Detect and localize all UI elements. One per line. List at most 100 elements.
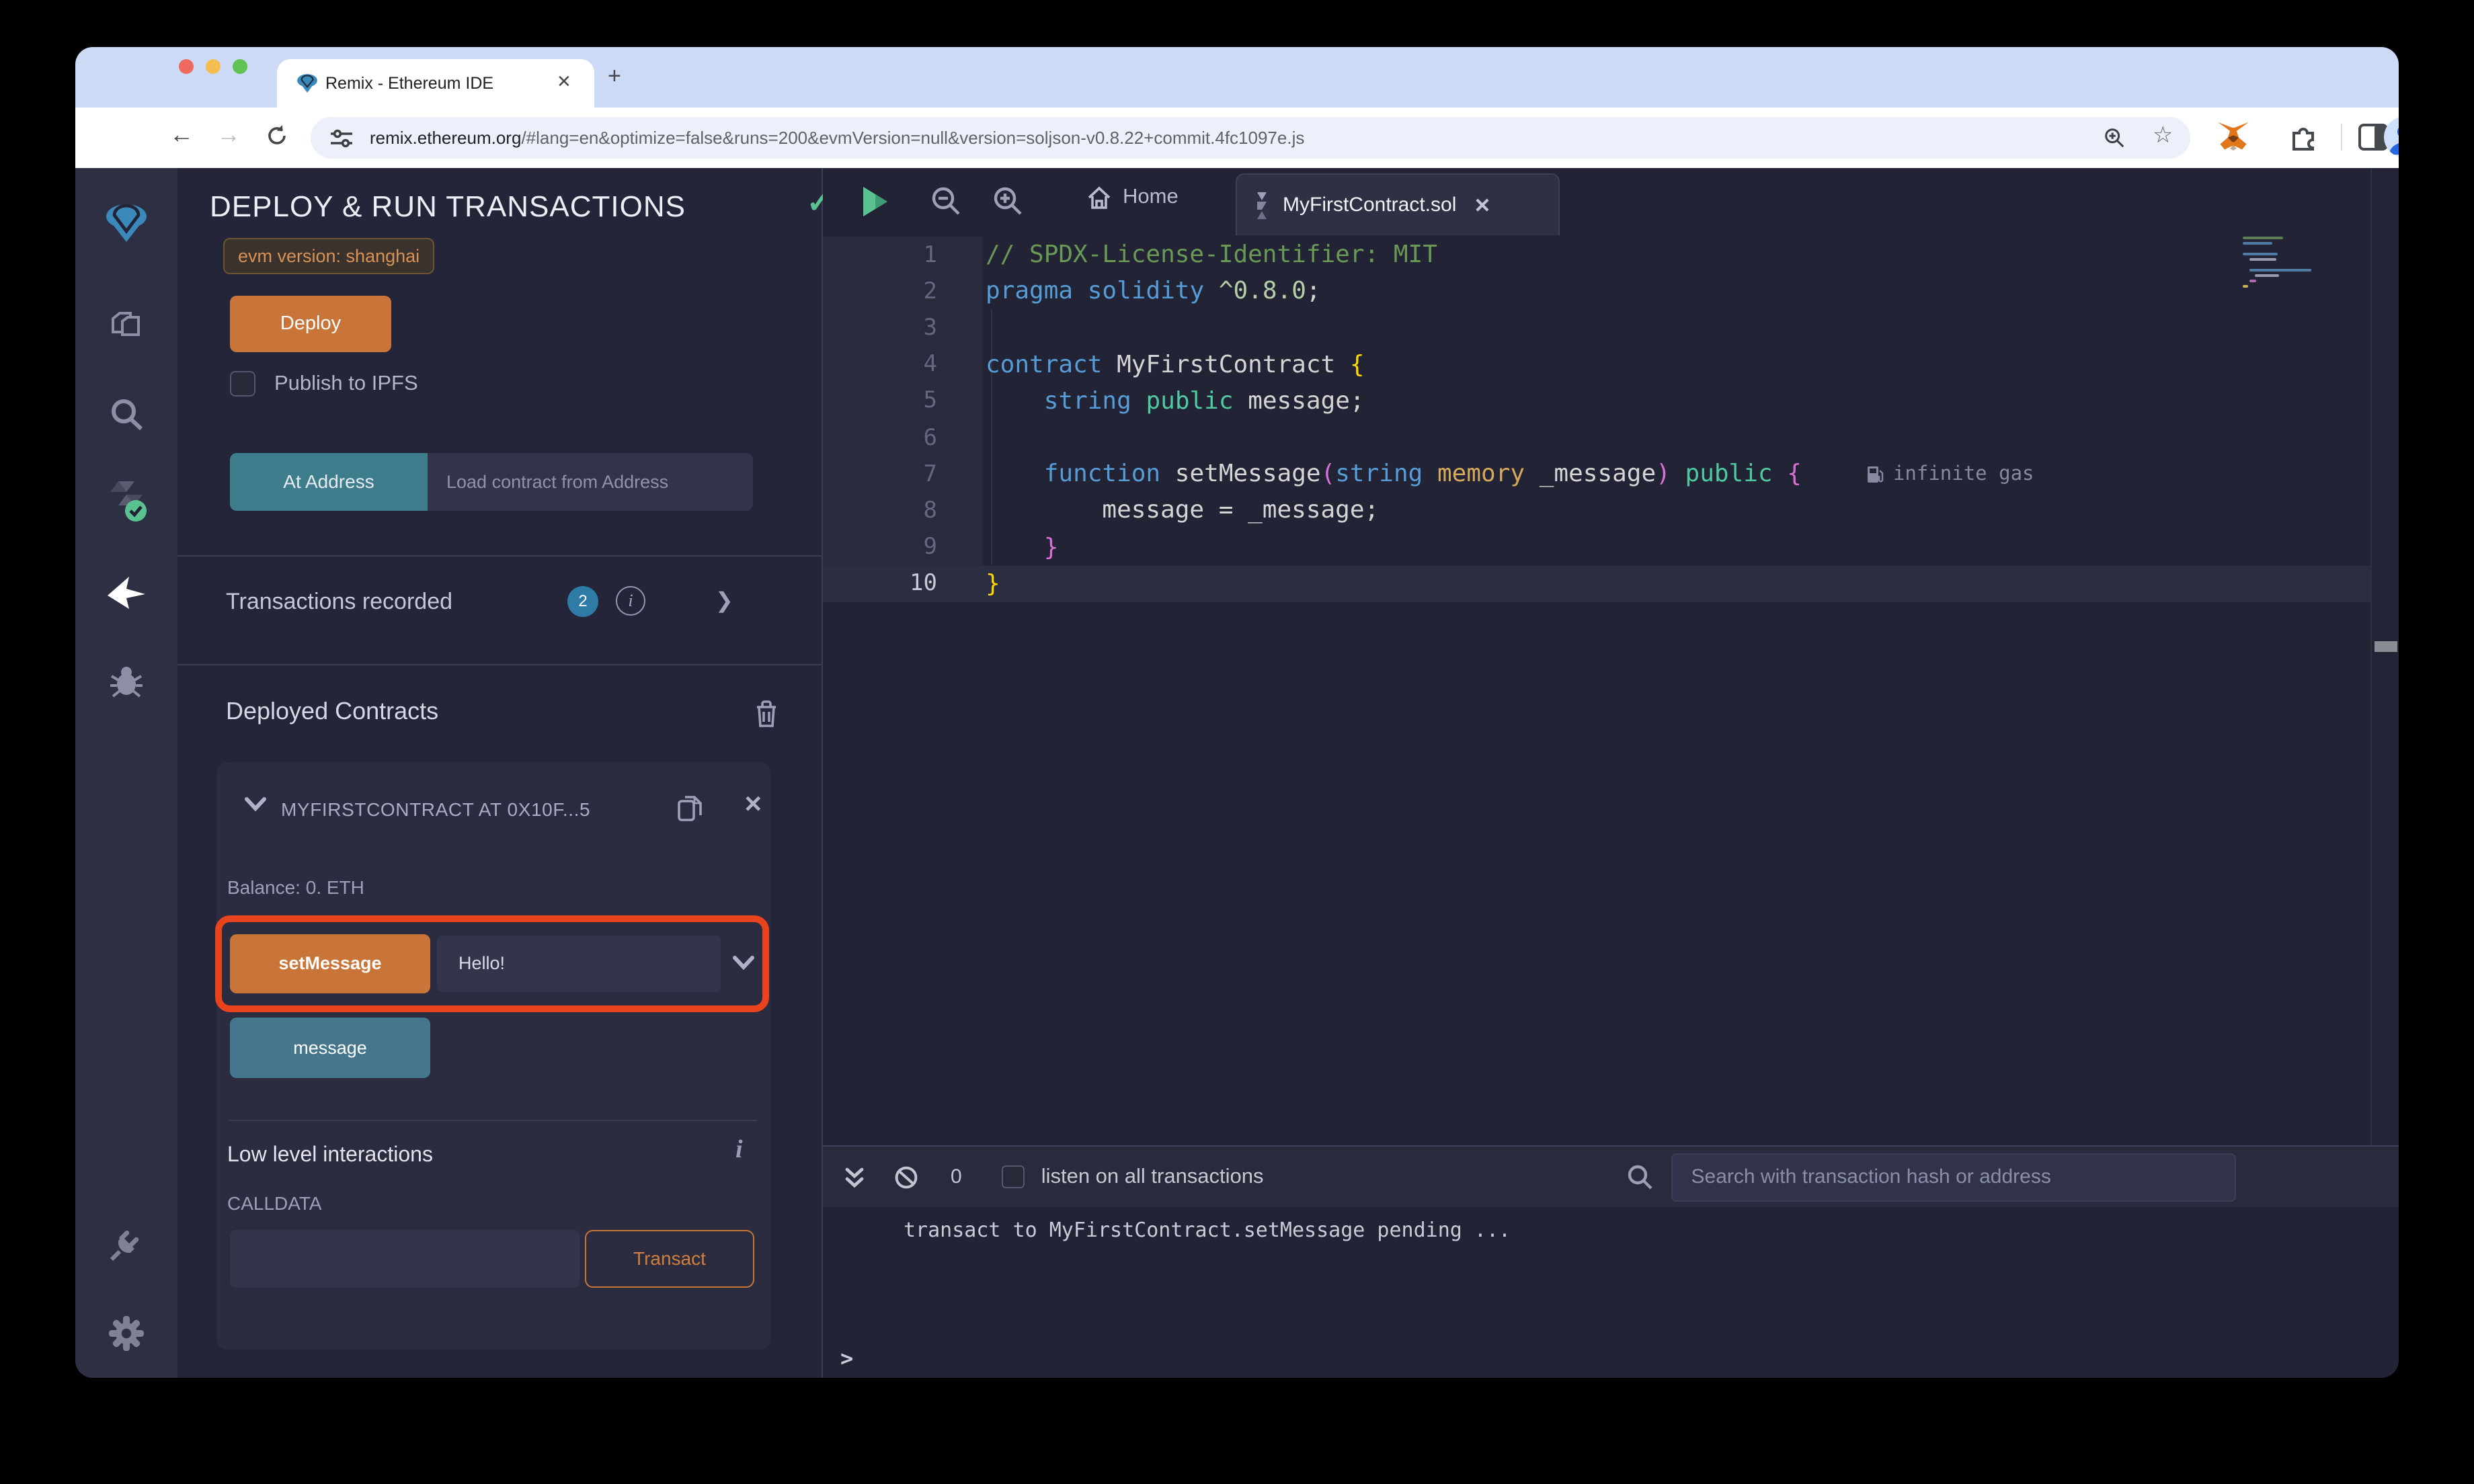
clear-console-ban-icon[interactable]	[894, 1165, 918, 1189]
transactions-recorded-label: Transactions recorded	[226, 589, 453, 614]
listen-all-transactions-label[interactable]: listen on all transactions	[1041, 1165, 1264, 1189]
code-line[interactable]: 5 string public message;	[823, 383, 2399, 419]
code-area[interactable]: 1 // SPDX-License-Identifier: MIT 2 pragma …	[823, 237, 2399, 602]
copy-address-icon[interactable]	[676, 792, 705, 823]
message-button[interactable]: message	[230, 1018, 430, 1078]
solidity-compiler-icon[interactable]	[105, 480, 148, 523]
code-line[interactable]: 6	[823, 419, 2399, 456]
search-icon[interactable]	[105, 394, 148, 437]
deployed-contracts-title: Deployed Contracts	[226, 698, 439, 725]
calldata-label: CALLDATA	[227, 1192, 322, 1214]
deploy-button[interactable]: Deploy	[230, 296, 391, 352]
window-close-button[interactable]	[179, 59, 194, 74]
set-message-input[interactable]: Hello!	[437, 936, 721, 992]
low-level-info-icon[interactable]: i	[735, 1136, 743, 1165]
remix-logo-icon[interactable]	[105, 200, 148, 243]
line-number: 5	[923, 387, 938, 415]
line-number: 7	[923, 460, 938, 488]
browser-tab[interactable]: Remix - Ethereum IDE ✕	[277, 59, 594, 108]
publish-ipfs-checkbox[interactable]	[230, 371, 255, 397]
set-message-button[interactable]: setMessage	[230, 934, 430, 993]
editor-minimap[interactable]	[2243, 237, 2387, 298]
tab-myfirstcontract[interactable]: MyFirstContract.sol ✕	[1236, 173, 1560, 235]
tab-home[interactable]: Home	[1086, 186, 1179, 210]
line-number: 3	[923, 314, 938, 341]
zoom-out-icon[interactable]	[930, 186, 961, 216]
debugger-icon[interactable]	[105, 660, 148, 703]
icon-rail	[75, 168, 177, 1378]
minimap-line	[2255, 274, 2279, 277]
new-tab-button[interactable]: +	[608, 63, 621, 90]
transactions-expand-chevron-icon[interactable]: ❯	[715, 587, 733, 614]
terminal-search-input[interactable]: Search with transaction hash or address	[1671, 1153, 2236, 1201]
remix-app: DEPLOY & RUN TRANSACTIONS ✓ ❯ evm versio…	[75, 168, 2399, 1378]
browser-window: Remix - Ethereum IDE ✕ + ⌄ ← → remix.eth…	[75, 47, 2399, 1378]
code-text: // SPDX-License-Identifier: MIT	[986, 241, 1437, 270]
zoom-in-icon[interactable]	[992, 186, 1023, 216]
reload-icon[interactable]	[265, 124, 289, 148]
home-tab-label: Home	[1123, 186, 1179, 208]
contract-collapse-chevron-icon[interactable]	[245, 797, 266, 812]
code-line[interactable]: 2 pragma solidity ^0.8.0;	[823, 273, 2399, 309]
clear-deployed-trash-icon[interactable]	[753, 699, 780, 729]
code-line[interactable]: 10}	[823, 565, 2399, 602]
code-text: message = _message;	[986, 496, 1380, 525]
at-address-input[interactable]: Load contract from Address	[428, 453, 753, 511]
metamask-icon[interactable]	[2216, 120, 2251, 153]
file-tab-label: MyFirstContract.sol	[1283, 194, 1457, 216]
url-text[interactable]: remix.ethereum.org/#lang=en&optimize=fal…	[370, 128, 1304, 148]
code-line[interactable]: 8 message = _message;	[823, 493, 2399, 529]
listen-all-transactions-checkbox[interactable]	[1002, 1165, 1025, 1188]
code-line[interactable]: 7 function setMessage(string memory _mes…	[823, 456, 2399, 492]
contract-remove-icon[interactable]: ✕	[744, 792, 763, 819]
hidden-transactions-count: 0	[951, 1165, 962, 1188]
minimap-line	[2249, 269, 2311, 272]
bookmark-star-icon[interactable]: ☆	[2153, 122, 2173, 149]
file-explorer-icon[interactable]	[105, 305, 148, 348]
transact-button[interactable]: Transact	[585, 1230, 754, 1288]
terminal-collapse-icon[interactable]	[844, 1166, 865, 1188]
code-line[interactable]: 1 // SPDX-License-Identifier: MIT	[823, 237, 2399, 273]
url-bar[interactable]: remix.ethereum.org/#lang=en&optimize=fal…	[311, 117, 2190, 159]
plugin-manager-icon[interactable]	[105, 1223, 148, 1266]
editor-scrollbar-thumb[interactable]	[2375, 641, 2397, 652]
settings-gear-icon[interactable]	[105, 1312, 148, 1355]
code-line[interactable]: 9 }	[823, 529, 2399, 565]
minimap-line	[2249, 258, 2276, 261]
extensions-puzzle-icon[interactable]	[2287, 121, 2319, 153]
toolbar-divider	[2341, 124, 2342, 151]
contract-instance-title[interactable]: MYFIRSTCONTRACT AT 0X10F...5	[281, 798, 663, 820]
calldata-input[interactable]	[230, 1230, 580, 1288]
code-text: }	[986, 569, 1000, 598]
code-line[interactable]: 4 contract MyFirstContract {	[823, 346, 2399, 382]
run-script-play-icon[interactable]	[861, 186, 890, 218]
window-zoom-button[interactable]	[233, 59, 247, 74]
tab-close-icon[interactable]: ✕	[557, 71, 571, 93]
set-message-expand-chevron-icon[interactable]	[733, 956, 754, 971]
code-line[interactable]: 3	[823, 310, 2399, 346]
panel-title: DEPLOY & RUN TRANSACTIONS	[210, 190, 686, 223]
file-tab-close-icon[interactable]: ✕	[1474, 193, 1490, 217]
back-icon[interactable]: ←	[169, 121, 194, 149]
solidity-file-icon	[1253, 192, 1271, 218]
evm-version-badge: evm version: shanghai	[223, 238, 435, 274]
card-divider	[229, 1120, 757, 1121]
deploy-run-panel: DEPLOY & RUN TRANSACTIONS ✓ ❯ evm versio…	[177, 168, 920, 1378]
at-address-button[interactable]: At Address	[230, 453, 428, 511]
editor-scrollbar[interactable]	[2370, 168, 2399, 1145]
terminal-header: 0 listen on all transactions Search with…	[823, 1147, 2399, 1207]
deployed-contract-card: MYFIRSTCONTRACT AT 0X10F...5 ✕ Balance: …	[215, 762, 770, 1350]
transactions-info-icon[interactable]: i	[616, 586, 645, 616]
publish-ipfs-label[interactable]: Publish to IPFS	[274, 372, 418, 397]
low-level-interactions-title: Low level interactions	[227, 1144, 433, 1167]
deploy-run-icon[interactable]	[105, 571, 148, 614]
url-path: /#lang=en&optimize=false&runs=200&evmVer…	[521, 128, 1305, 148]
zoom-icon[interactable]	[2103, 126, 2126, 149]
site-settings-icon[interactable]	[329, 126, 354, 151]
forward-icon[interactable]: →	[216, 121, 241, 149]
window-minimize-button[interactable]	[206, 59, 221, 74]
code-text: string public message;	[1043, 386, 1365, 415]
terminal-prompt[interactable]: >	[840, 1346, 853, 1371]
tab-title: Remix - Ethereum IDE	[325, 74, 494, 93]
code-editor: Home MyFirstContract.sol ✕ 1 // SPDX-Lice…	[823, 168, 2399, 1145]
